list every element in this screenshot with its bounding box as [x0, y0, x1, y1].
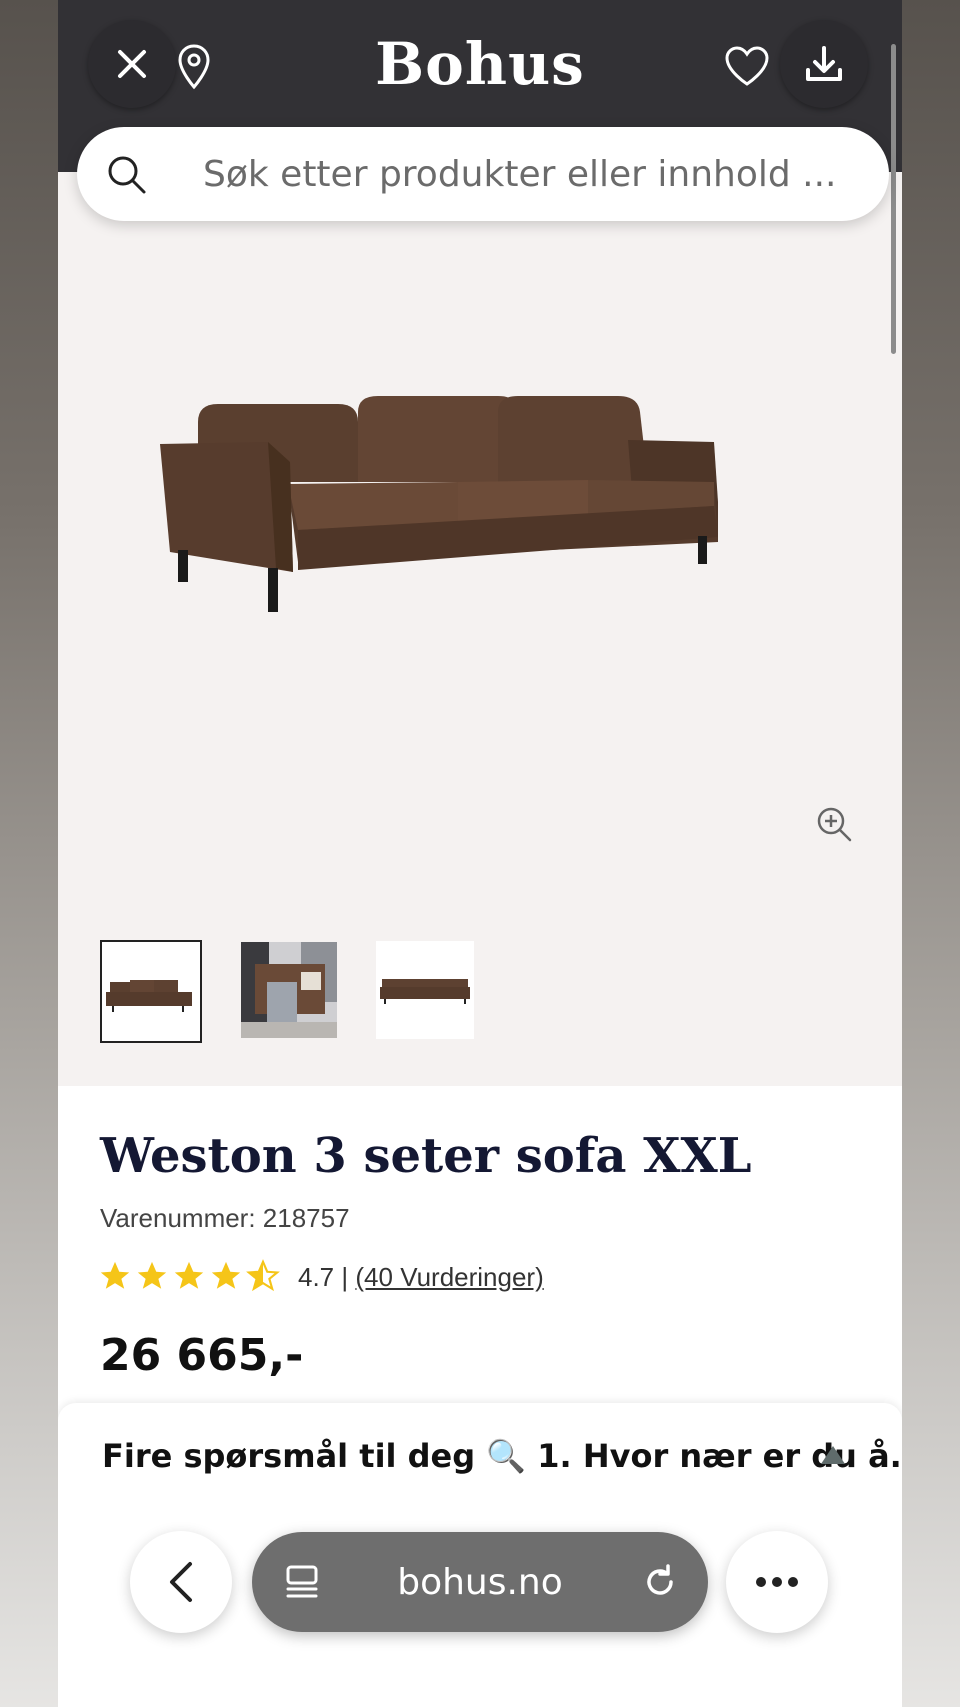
product-sku: Varenummer: 218757 [100, 1203, 350, 1233]
phone-screen: Bohus Weston 3 seter sofa XXL Varenummer… [58, 0, 902, 1707]
reload-icon[interactable] [640, 1562, 680, 1602]
product-title: Weston 3 seter sofa XXL [100, 1128, 752, 1184]
thumbnail-2[interactable] [241, 942, 337, 1038]
brand-logo[interactable]: Bohus [58, 30, 902, 98]
reviews-link[interactable]: (40 Vurderinger) [355, 1262, 543, 1292]
banner-text[interactable]: Fire spørsmål til deg 🔍 1. Hvor nær er d… [102, 1437, 902, 1475]
search-icon[interactable] [103, 151, 149, 197]
rating-summary: 4.7 | (40 Vurderinger) [298, 1262, 544, 1293]
product-image[interactable] [158, 372, 778, 632]
more-button[interactable] [726, 1531, 828, 1633]
download-button[interactable] [780, 20, 868, 108]
thumbnail-3[interactable] [376, 941, 474, 1039]
triangle-up-icon[interactable] [818, 1442, 848, 1468]
product-price: 26 665,- [100, 1330, 304, 1381]
scrollbar[interactable] [891, 44, 896, 354]
star-icon [100, 1261, 130, 1289]
back-button[interactable] [130, 1531, 232, 1633]
more-icon [756, 1577, 798, 1587]
rating-separator: | [341, 1262, 349, 1292]
thumbnail-1[interactable] [100, 940, 202, 1043]
star-icon [137, 1261, 167, 1289]
star-icon [211, 1261, 241, 1289]
download-icon [806, 46, 842, 81]
rating-value: 4.7 [298, 1262, 335, 1292]
chevron-left-icon [170, 1562, 192, 1602]
address-bar[interactable]: bohus.no [252, 1532, 708, 1632]
star-icon [174, 1261, 204, 1289]
zoom-in-icon[interactable] [814, 804, 854, 844]
half-star-icon [246, 1259, 280, 1292]
search-bar[interactable]: Søk etter produkter eller innhold ... [77, 127, 889, 221]
search-input[interactable]: Søk etter produkter eller innhold ... [203, 154, 837, 195]
rating-stars[interactable] [98, 1259, 280, 1293]
heart-icon[interactable] [722, 42, 772, 90]
